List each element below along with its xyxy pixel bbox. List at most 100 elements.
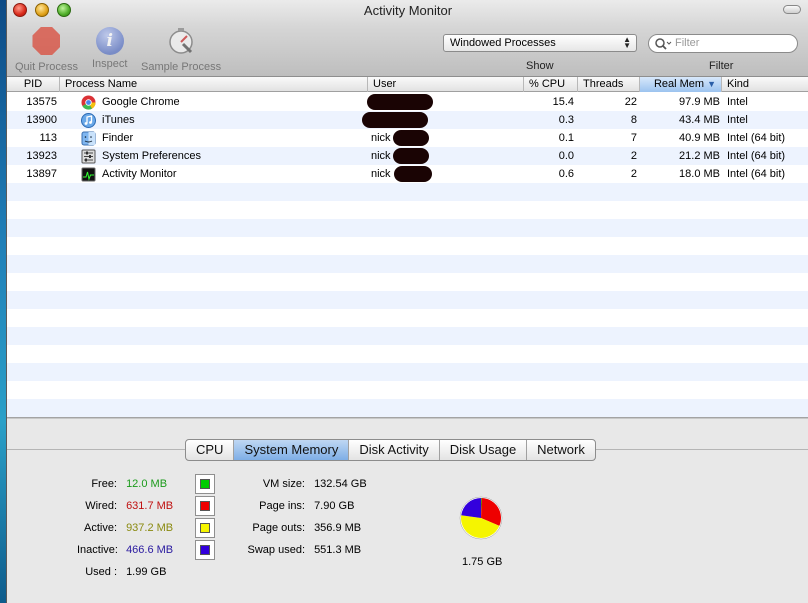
cell-pid: 13897 (26, 168, 57, 180)
cell-threads: 2 (630, 150, 637, 162)
stat-wired-label: Wired: (85, 500, 117, 512)
empty-row (7, 255, 808, 273)
cell-process-name: Google Chrome (102, 96, 180, 108)
stat-wired: Wired: 631.7 MB (77, 500, 173, 512)
process-table: PID Process Name User % CPU Threads Real… (7, 77, 808, 417)
cell-process-name: System Preferences (102, 150, 202, 162)
column-cpu[interactable]: % CPU (524, 77, 578, 92)
process-filter-select[interactable]: Windowed Processes ▲ ▼ (443, 34, 637, 52)
sample-process-label: Sample Process (141, 61, 222, 73)
redacted-user (393, 148, 429, 164)
redacted-user (362, 112, 428, 128)
cell-kind: Intel (64 bit) (727, 150, 786, 162)
cell-cpu: 0.3 (558, 114, 574, 126)
tab-disk-usage[interactable]: Disk Usage (440, 440, 528, 460)
stat-swap-used-value: 551.3 MB (314, 544, 362, 556)
stat-active-label: Active: (83, 522, 117, 534)
column-kind[interactable]: Kind (722, 77, 808, 92)
column-real-mem-label: Real Mem (653, 78, 705, 90)
inactive-color-swatch[interactable] (195, 540, 215, 560)
redacted-user (394, 166, 432, 182)
redacted-user (393, 130, 429, 146)
cell-kind: Intel (64 bit) (727, 168, 786, 180)
cell-kind: Intel (727, 114, 748, 126)
cell-kind: Intel (64 bit) (727, 132, 786, 144)
system-preferences-icon (81, 149, 96, 164)
tab-network[interactable]: Network (527, 440, 595, 460)
show-label: Show (526, 60, 554, 72)
stat-inactive-value: 466.6 MB (126, 544, 174, 556)
toolbar-toggle-button[interactable] (783, 5, 801, 14)
stat-vm-size-label: VM size: (262, 478, 305, 490)
title-toolbar: Activity Monitor Quit Process i Inspect … (7, 0, 808, 77)
system-memory-panel: CPU System Memory Disk Activity Disk Usa… (7, 419, 808, 603)
itunes-icon (81, 113, 96, 128)
table-row[interactable]: 13897 Activity Monitor nick 0.6 2 18.0 M… (7, 165, 808, 183)
memory-pie-chart (459, 496, 503, 540)
cell-kind: Intel (727, 96, 748, 108)
stat-vm-size-value: 132.54 GB (314, 478, 367, 490)
empty-row (7, 381, 808, 399)
inspect-button[interactable]: i Inspect (92, 27, 127, 70)
info-icon: i (95, 27, 124, 55)
table-body: 13575 Google Chrome 15.4 22 97.9 MB Inte… (7, 93, 808, 417)
column-threads[interactable]: Threads (578, 77, 640, 92)
memory-total-label: 1.75 GB (462, 556, 503, 568)
active-color-swatch[interactable] (195, 518, 215, 538)
stat-swap-used: Swap used: 551.3 MB (239, 544, 362, 556)
tab-system-memory[interactable]: System Memory (234, 440, 350, 460)
cell-process-name: iTunes (102, 114, 135, 126)
cell-real-mem: 18.0 MB (679, 168, 720, 180)
cell-pid: 13575 (26, 96, 57, 108)
window-title: Activity Monitor (363, 3, 453, 18)
cell-real-mem: 40.9 MB (679, 132, 720, 144)
empty-row (7, 183, 808, 201)
stopwatch-icon (167, 27, 195, 55)
empty-row (7, 345, 808, 363)
empty-row (7, 291, 808, 309)
filter-label: Filter (709, 60, 734, 72)
stat-used-value: 1.99 GB (126, 566, 167, 578)
tab-disk-activity[interactable]: Disk Activity (349, 440, 440, 460)
column-pid[interactable]: PID (7, 77, 60, 92)
stat-wired-value: 631.7 MB (126, 500, 174, 512)
column-user[interactable]: User (368, 77, 524, 92)
table-row[interactable]: 113 Finder nick 0.1 7 40.9 MB Intel (64 … (7, 129, 808, 147)
table-row[interactable]: 13575 Google Chrome 15.4 22 97.9 MB Inte… (7, 93, 808, 111)
updown-arrows-icon: ▲ ▼ (623, 35, 631, 50)
empty-row (7, 237, 808, 255)
column-real-mem[interactable]: Real Mem ▼ (640, 77, 722, 92)
stat-used: Used : 1.99 GB (77, 566, 166, 578)
cell-user: nick (371, 132, 391, 144)
sort-descending-icon: ▼ (707, 79, 716, 89)
tab-cpu[interactable]: CPU (186, 440, 235, 460)
cell-process-name: Activity Monitor (102, 168, 177, 180)
quit-process-label: Quit Process (15, 61, 78, 73)
stat-page-ins-label: Page ins: (259, 500, 305, 512)
finder-icon (81, 131, 96, 146)
free-color-swatch[interactable] (195, 474, 215, 494)
wired-color-swatch[interactable] (195, 496, 215, 516)
stop-sign-icon (32, 27, 61, 55)
chrome-icon (81, 95, 96, 110)
table-row[interactable]: 13900 iTunes 0.3 8 43.4 MB Intel (7, 111, 808, 129)
cell-user: nick (371, 168, 391, 180)
sample-process-button[interactable]: Sample Process (141, 27, 221, 73)
quit-process-button[interactable]: Quit Process (15, 27, 78, 73)
cell-cpu: 0.0 (558, 150, 574, 162)
cell-cpu: 0.1 (558, 132, 574, 144)
filter-search-field[interactable]: Filter (648, 34, 798, 53)
empty-row (7, 309, 808, 327)
redacted-user (367, 94, 433, 110)
stat-inactive-label: Inactive: (77, 544, 118, 556)
stat-page-ins-value: 7.90 GB (314, 500, 355, 512)
cell-pid: 13923 (26, 150, 57, 162)
inspect-label: Inspect (92, 58, 128, 70)
stat-inactive: Inactive: 466.6 MB (77, 544, 173, 556)
cell-real-mem: 43.4 MB (679, 114, 720, 126)
cell-threads: 7 (630, 132, 637, 144)
column-process-name[interactable]: Process Name (60, 77, 368, 92)
empty-row (7, 201, 808, 219)
stat-page-outs: Page outs: 356.9 MB (239, 522, 361, 534)
table-row[interactable]: 13923 System Preferences nick 0.0 2 21.2… (7, 147, 808, 165)
